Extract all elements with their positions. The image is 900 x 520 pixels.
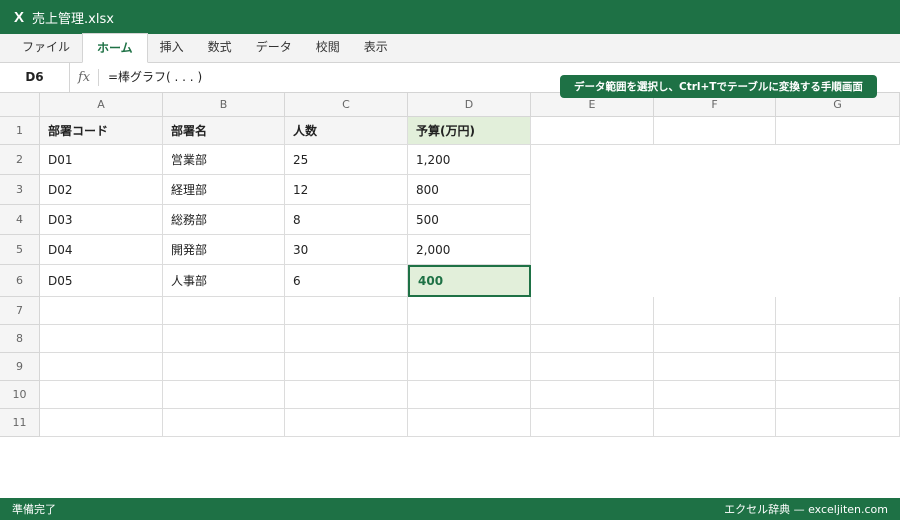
name-box[interactable]: D6 bbox=[0, 63, 70, 92]
column-header-c[interactable]: C bbox=[285, 93, 408, 117]
cell-box[interactable] bbox=[776, 381, 900, 409]
table-cell[interactable]: 6 bbox=[285, 265, 408, 297]
cell-box[interactable] bbox=[408, 409, 531, 437]
table-cell[interactable]: 1,200 bbox=[408, 145, 531, 175]
row-header-2[interactable]: 2 bbox=[0, 145, 40, 175]
cell-box[interactable] bbox=[163, 297, 285, 325]
select-all-corner[interactable] bbox=[0, 93, 40, 117]
column-header-b[interactable]: B bbox=[163, 93, 285, 117]
tab-review[interactable]: 校閲 bbox=[304, 33, 352, 62]
cell-box[interactable] bbox=[285, 325, 408, 353]
cell-box[interactable] bbox=[776, 353, 900, 381]
cell-box[interactable] bbox=[531, 325, 654, 353]
cell-box[interactable] bbox=[285, 381, 408, 409]
row-header-11[interactable]: 11 bbox=[0, 409, 40, 437]
table-cell[interactable]: 開発部 bbox=[163, 235, 285, 265]
table-cell[interactable]: D01 bbox=[40, 145, 163, 175]
cell-box[interactable] bbox=[654, 297, 776, 325]
header-cell[interactable]: 部署名 bbox=[163, 117, 285, 145]
cell-box[interactable] bbox=[40, 297, 163, 325]
row-header-8[interactable]: 8 bbox=[0, 325, 40, 353]
row-header-5[interactable]: 5 bbox=[0, 235, 40, 265]
table-cell[interactable]: 800 bbox=[408, 175, 531, 205]
caption-badge: データ範囲を選択し、Ctrl+Tでテーブルに変換する手順画面 bbox=[560, 75, 877, 98]
tab-formulas[interactable]: 数式 bbox=[196, 33, 244, 62]
table-cell[interactable]: D03 bbox=[40, 205, 163, 235]
cell-box[interactable] bbox=[531, 297, 654, 325]
cell-box[interactable] bbox=[654, 353, 776, 381]
status-bar: 準備完了 エクセル辞典 — exceljiten.com bbox=[0, 498, 900, 520]
tab-home[interactable]: ホーム bbox=[82, 33, 148, 63]
cell-box[interactable] bbox=[654, 409, 776, 437]
excel-app-icon: X bbox=[14, 8, 25, 26]
cell-box[interactable] bbox=[163, 381, 285, 409]
table-cell[interactable]: 総務部 bbox=[163, 205, 285, 235]
column-header-a[interactable]: A bbox=[40, 93, 163, 117]
cell-box[interactable] bbox=[654, 325, 776, 353]
table-cell[interactable]: 8 bbox=[285, 205, 408, 235]
cell-box[interactable] bbox=[163, 409, 285, 437]
cell-box[interactable] bbox=[531, 409, 654, 437]
tab-data[interactable]: データ bbox=[244, 33, 304, 62]
tab-view[interactable]: 表示 bbox=[352, 33, 400, 62]
status-credit: エクセル辞典 — exceljiten.com bbox=[724, 503, 888, 516]
cell-box[interactable] bbox=[531, 381, 654, 409]
cell-box[interactable] bbox=[163, 353, 285, 381]
status-ready: 準備完了 bbox=[12, 503, 56, 516]
table-cell[interactable]: 25 bbox=[285, 145, 408, 175]
cell-box[interactable] bbox=[776, 297, 900, 325]
title-bar: X 売上管理.xlsx bbox=[0, 0, 900, 34]
table-cell[interactable]: 2,000 bbox=[408, 235, 531, 265]
table-cell[interactable]: D05 bbox=[40, 265, 163, 297]
cell-box[interactable] bbox=[776, 117, 900, 145]
cell-box[interactable] bbox=[285, 409, 408, 437]
header-cell[interactable]: 予算(万円) bbox=[408, 117, 531, 145]
tab-insert[interactable]: 挿入 bbox=[148, 33, 196, 62]
row-header-3[interactable]: 3 bbox=[0, 175, 40, 205]
cell-box[interactable] bbox=[654, 381, 776, 409]
formula-bar: D6 fx =棒グラフ( . . . ) データ範囲を選択し、Ctrl+Tでテー… bbox=[0, 63, 900, 98]
row-header-9[interactable]: 9 bbox=[0, 353, 40, 381]
cell-box[interactable] bbox=[531, 117, 654, 145]
cell-box[interactable] bbox=[408, 297, 531, 325]
row-header-10[interactable]: 10 bbox=[0, 381, 40, 409]
cell-box[interactable] bbox=[776, 325, 900, 353]
cell-box[interactable] bbox=[408, 353, 531, 381]
table-cell[interactable]: D04 bbox=[40, 235, 163, 265]
table-cell[interactable]: 500 bbox=[408, 205, 531, 235]
column-header-d[interactable]: D bbox=[408, 93, 531, 117]
ribbon-tabs: ファイル ホーム 挿入 数式 データ 校閲 表示 bbox=[0, 33, 900, 63]
cell-box[interactable] bbox=[40, 409, 163, 437]
row-header-1[interactable]: 1 bbox=[0, 117, 40, 145]
cell-box[interactable] bbox=[163, 325, 285, 353]
cell-box[interactable] bbox=[40, 381, 163, 409]
table-cell[interactable]: 12 bbox=[285, 175, 408, 205]
row-header-4[interactable]: 4 bbox=[0, 205, 40, 235]
header-cell[interactable]: 人数 bbox=[285, 117, 408, 145]
tab-file[interactable]: ファイル bbox=[10, 33, 82, 62]
table-cell[interactable]: 経理部 bbox=[163, 175, 285, 205]
formula-separator bbox=[98, 69, 99, 86]
table-cell[interactable]: 人事部 bbox=[163, 265, 285, 297]
cell-box[interactable] bbox=[285, 297, 408, 325]
selected-cell[interactable]: 400 bbox=[408, 265, 531, 297]
cell-box[interactable] bbox=[776, 409, 900, 437]
cell-box[interactable] bbox=[40, 353, 163, 381]
table-cell[interactable]: 営業部 bbox=[163, 145, 285, 175]
cell-box[interactable] bbox=[285, 353, 408, 381]
cell-box[interactable] bbox=[531, 353, 654, 381]
table-cell[interactable]: D02 bbox=[40, 175, 163, 205]
cell-box[interactable] bbox=[408, 381, 531, 409]
fx-icon[interactable]: fx bbox=[78, 63, 90, 92]
header-cell[interactable]: 部署コード bbox=[40, 117, 163, 145]
table-cell[interactable]: 30 bbox=[285, 235, 408, 265]
formula-input[interactable]: =棒グラフ( . . . ) bbox=[108, 63, 202, 92]
cell-box[interactable] bbox=[40, 325, 163, 353]
row-header-7[interactable]: 7 bbox=[0, 297, 40, 325]
cell-box[interactable] bbox=[654, 117, 776, 145]
window-title: 売上管理.xlsx bbox=[32, 11, 114, 27]
row-header-6[interactable]: 6 bbox=[0, 265, 40, 297]
cell-box[interactable] bbox=[408, 325, 531, 353]
